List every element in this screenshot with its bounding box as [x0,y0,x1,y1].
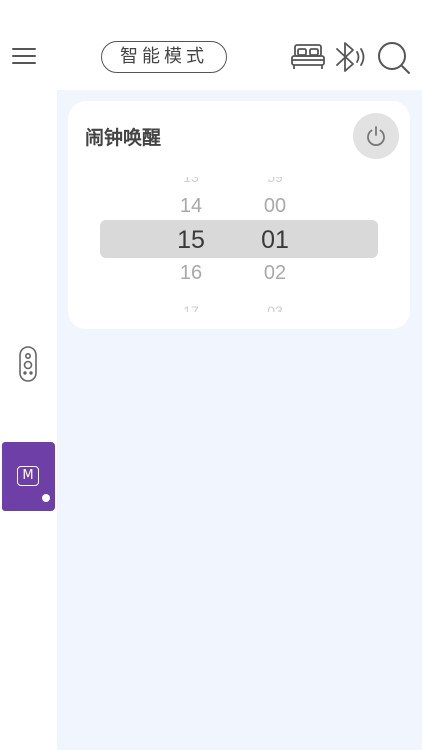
minute-picker[interactable]: 59 00 01 02 03 [245,101,305,329]
mode-m-icon: M [17,466,39,486]
menu-icon [12,48,36,50]
bed-icon [291,44,325,69]
hour-picker[interactable]: 13 14 15 16 17 [161,101,221,329]
hour-picker-faded-top: 13 [183,177,199,185]
bluetooth-button[interactable] [333,40,369,74]
hour-option-prev: 14 [179,195,203,217]
bed-button[interactable] [290,40,326,74]
minute-option-selected: 01 [261,226,289,254]
mode-selector-button[interactable]: 智能模式 [101,41,227,73]
alarm-power-button[interactable] [353,113,399,159]
alarm-card-title: 闹钟唤醒 [85,127,162,149]
power-icon [367,126,385,147]
main-content: 闹钟唤醒 13 14 15 16 17 59 00 01 02 03 [57,90,422,750]
minute-picker-faded-bottom: 03 [267,304,283,312]
alarm-card: 闹钟唤醒 13 14 15 16 17 59 00 01 02 03 [68,101,410,329]
hour-picker-faded-bottom: 17 [183,304,199,312]
menu-icon-line [12,55,36,57]
search-button[interactable] [376,40,412,76]
minute-picker-faded-top: 59 [267,177,283,185]
menu-icon-line [12,62,36,64]
bluetooth-icon [336,42,365,72]
picker-selection-band [100,220,378,258]
minute-option-prev: 00 [263,195,287,217]
remote-icon [19,346,37,382]
sidebar: M [0,90,57,750]
search-icon [378,42,410,74]
hour-option-selected: 15 [177,226,205,254]
sidebar-item-remote[interactable] [14,344,42,384]
top-bar: 智能模式 [0,24,422,90]
menu-button[interactable] [10,42,38,70]
status-bar [0,0,422,24]
hour-option-next: 16 [179,262,203,284]
minute-option-next: 02 [263,262,287,284]
sidebar-item-mode[interactable]: M [2,442,55,511]
active-indicator-dot [42,494,50,502]
